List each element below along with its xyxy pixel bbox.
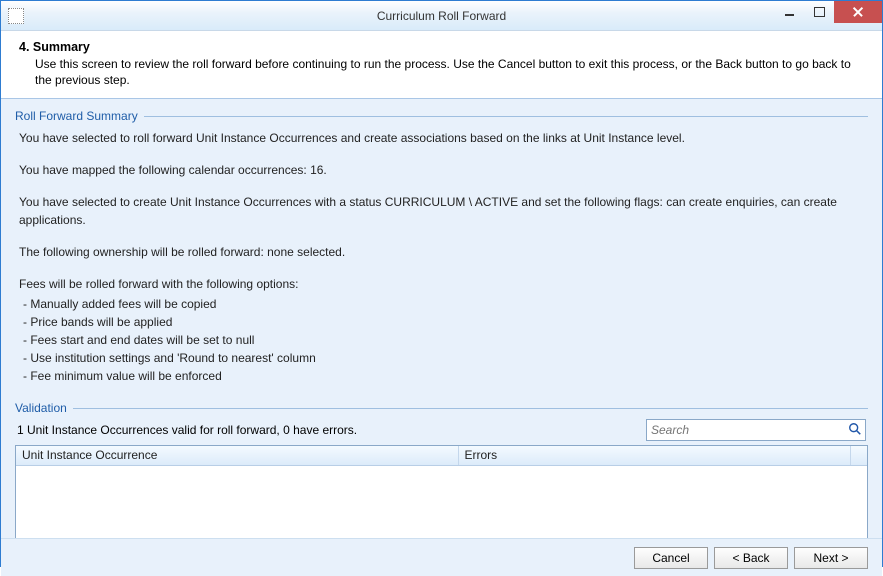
column-header-occurrence[interactable]: Unit Instance Occurrence (16, 446, 459, 465)
summary-line-5: Fees will be rolled forward with the fol… (19, 275, 864, 293)
divider (73, 408, 868, 409)
summary-line-4: The following ownership will be rolled f… (19, 243, 864, 261)
summary-line-1: You have selected to roll forward Unit I… (19, 129, 864, 147)
window-title: Curriculum Roll Forward (377, 9, 506, 23)
fee-option: - Fees start and end dates will be set t… (19, 331, 864, 349)
fee-option: - Price bands will be applied (19, 313, 864, 331)
app-icon (8, 8, 24, 24)
summary-line-2: You have mapped the following calendar o… (19, 161, 864, 179)
fee-options-list: - Manually added fees will be copied - P… (19, 295, 864, 385)
fee-option: - Use institution settings and 'Round to… (19, 349, 864, 367)
validation-status: 1 Unit Instance Occurrences valid for ro… (17, 423, 357, 437)
column-header-errors[interactable]: Errors (459, 446, 867, 465)
summary-legend: Roll Forward Summary (15, 109, 144, 123)
summary-fieldset-header: Roll Forward Summary (15, 109, 868, 123)
maximize-button[interactable] (804, 1, 834, 23)
search-icon[interactable] (848, 422, 862, 436)
step-header: 4. Summary Use this screen to review the… (1, 31, 882, 99)
step-description: Use this screen to review the roll forwa… (19, 56, 864, 88)
summary-line-3: You have selected to create Unit Instanc… (19, 193, 864, 229)
next-button[interactable]: Next > (794, 547, 868, 569)
validation-grid[interactable]: Unit Instance Occurrence Errors (15, 445, 868, 538)
divider (144, 116, 868, 117)
back-button[interactable]: < Back (714, 547, 788, 569)
validation-toolbar: 1 Unit Instance Occurrences valid for ro… (15, 419, 868, 441)
validation-fieldset-header: Validation (15, 401, 868, 415)
cancel-button[interactable]: Cancel (634, 547, 708, 569)
footer: Cancel < Back Next > (1, 538, 882, 576)
search-wrap (646, 419, 866, 441)
minimize-button[interactable] (774, 1, 804, 23)
grid-header: Unit Instance Occurrence Errors (16, 446, 867, 466)
validation-legend: Validation (15, 401, 73, 415)
content-area: Roll Forward Summary You have selected t… (1, 99, 882, 538)
close-icon (852, 6, 864, 18)
fee-option: - Manually added fees will be copied (19, 295, 864, 313)
window-controls (774, 1, 882, 23)
titlebar[interactable]: Curriculum Roll Forward (1, 1, 882, 31)
step-title: 4. Summary (19, 40, 864, 54)
close-button[interactable] (834, 1, 882, 23)
search-input[interactable] (646, 419, 866, 441)
summary-body: You have selected to roll forward Unit I… (15, 127, 868, 401)
fee-option: - Fee minimum value will be enforced (19, 367, 864, 385)
